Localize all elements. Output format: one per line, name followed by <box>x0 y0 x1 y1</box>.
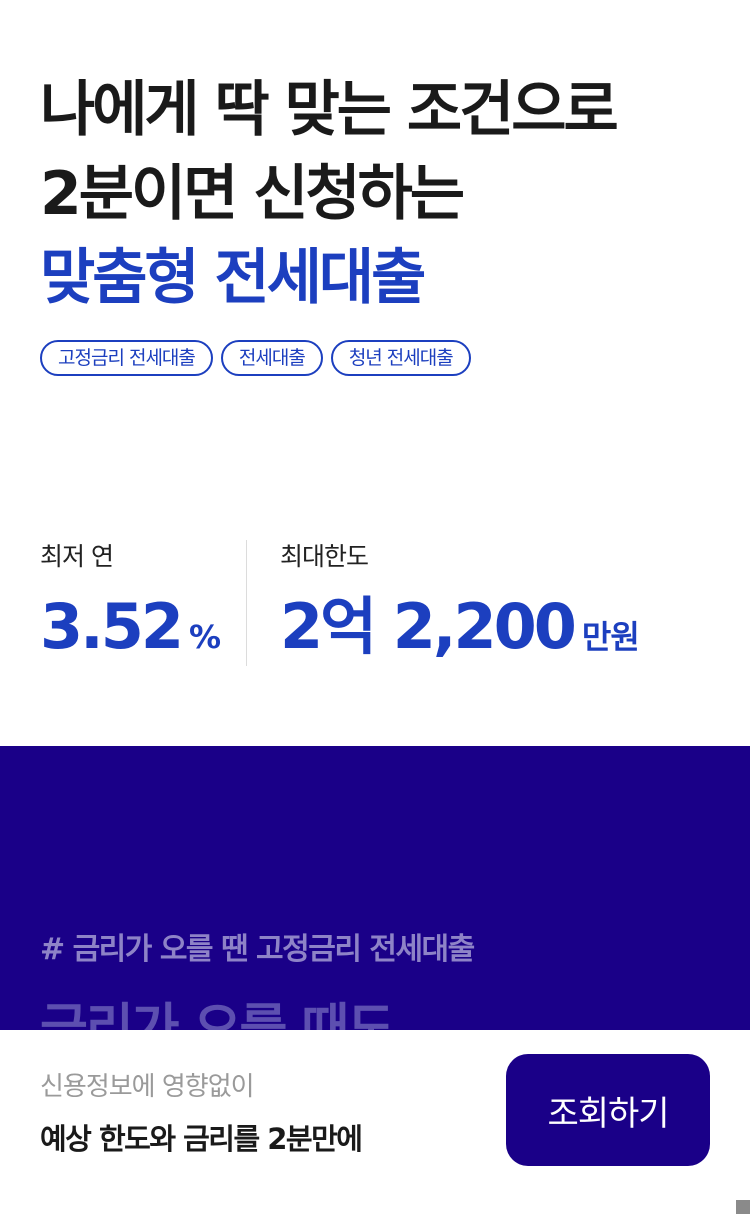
chip-jeonse-loan[interactable]: 전세대출 <box>220 340 323 376</box>
keyword-chip-list: 고정금리 전세대출 전세대출 청년 전세대출 <box>40 340 471 376</box>
cta-subtext: 신용정보에 영향없이 <box>40 1072 255 1102</box>
cta-main-text: 예상 한도와 금리를 2분만에 <box>40 1122 363 1156</box>
fixed-rate-promo-section: # 금리가 오를 땐 고정금리 전세대출 금리가 오를 때도 <box>0 746 750 1030</box>
max-limit-value-group: 2억 2,200 만원 <box>280 590 640 664</box>
max-limit-stat: 최대한도 2억 2,200 만원 <box>280 540 640 664</box>
hero-line-1: 나에게 딱 맞는 조건으로 <box>40 75 619 145</box>
max-limit-label: 최대한도 <box>280 542 369 571</box>
inquiry-button[interactable]: 조회하기 <box>506 1054 710 1166</box>
hero-heading: 나에게 딱 맞는 조건으로 2분이면 신청하는 맞춤형 전세대출 <box>40 68 720 320</box>
promo-hashtag: # 금리가 오를 땐 고정금리 전세대출 <box>40 932 475 967</box>
stats-divider <box>246 540 247 666</box>
min-rate-stat: 최저 연 3.52% <box>40 540 221 664</box>
hero-line-3-highlight: 맞춤형 전세대출 <box>40 243 426 313</box>
min-rate-label: 최저 연 <box>40 542 114 571</box>
hero-line-2: 2분이면 신청하는 <box>40 159 465 229</box>
chip-fixed-rate-jeonse-loan[interactable]: 고정금리 전세대출 <box>40 340 213 376</box>
sticky-cta-bar: 신용정보에 영향없이 예상 한도와 금리를 2분만에 조회하기 <box>0 1030 750 1214</box>
min-rate-value: 3.52 <box>40 590 184 663</box>
max-limit-value: 2억 2,200 <box>280 590 577 663</box>
resize-handle-icon <box>736 1200 750 1214</box>
promo-headline: 금리가 오를 때도 <box>40 999 395 1030</box>
loan-stats: 최저 연 3.52% 최대한도 2억 2,200 만원 <box>40 540 720 666</box>
min-rate-unit: % <box>188 618 221 656</box>
chip-youth-jeonse-loan[interactable]: 청년 전세대출 <box>330 340 471 376</box>
max-limit-unit: 만원 <box>581 618 640 656</box>
min-rate-value-group: 3.52% <box>40 590 221 664</box>
